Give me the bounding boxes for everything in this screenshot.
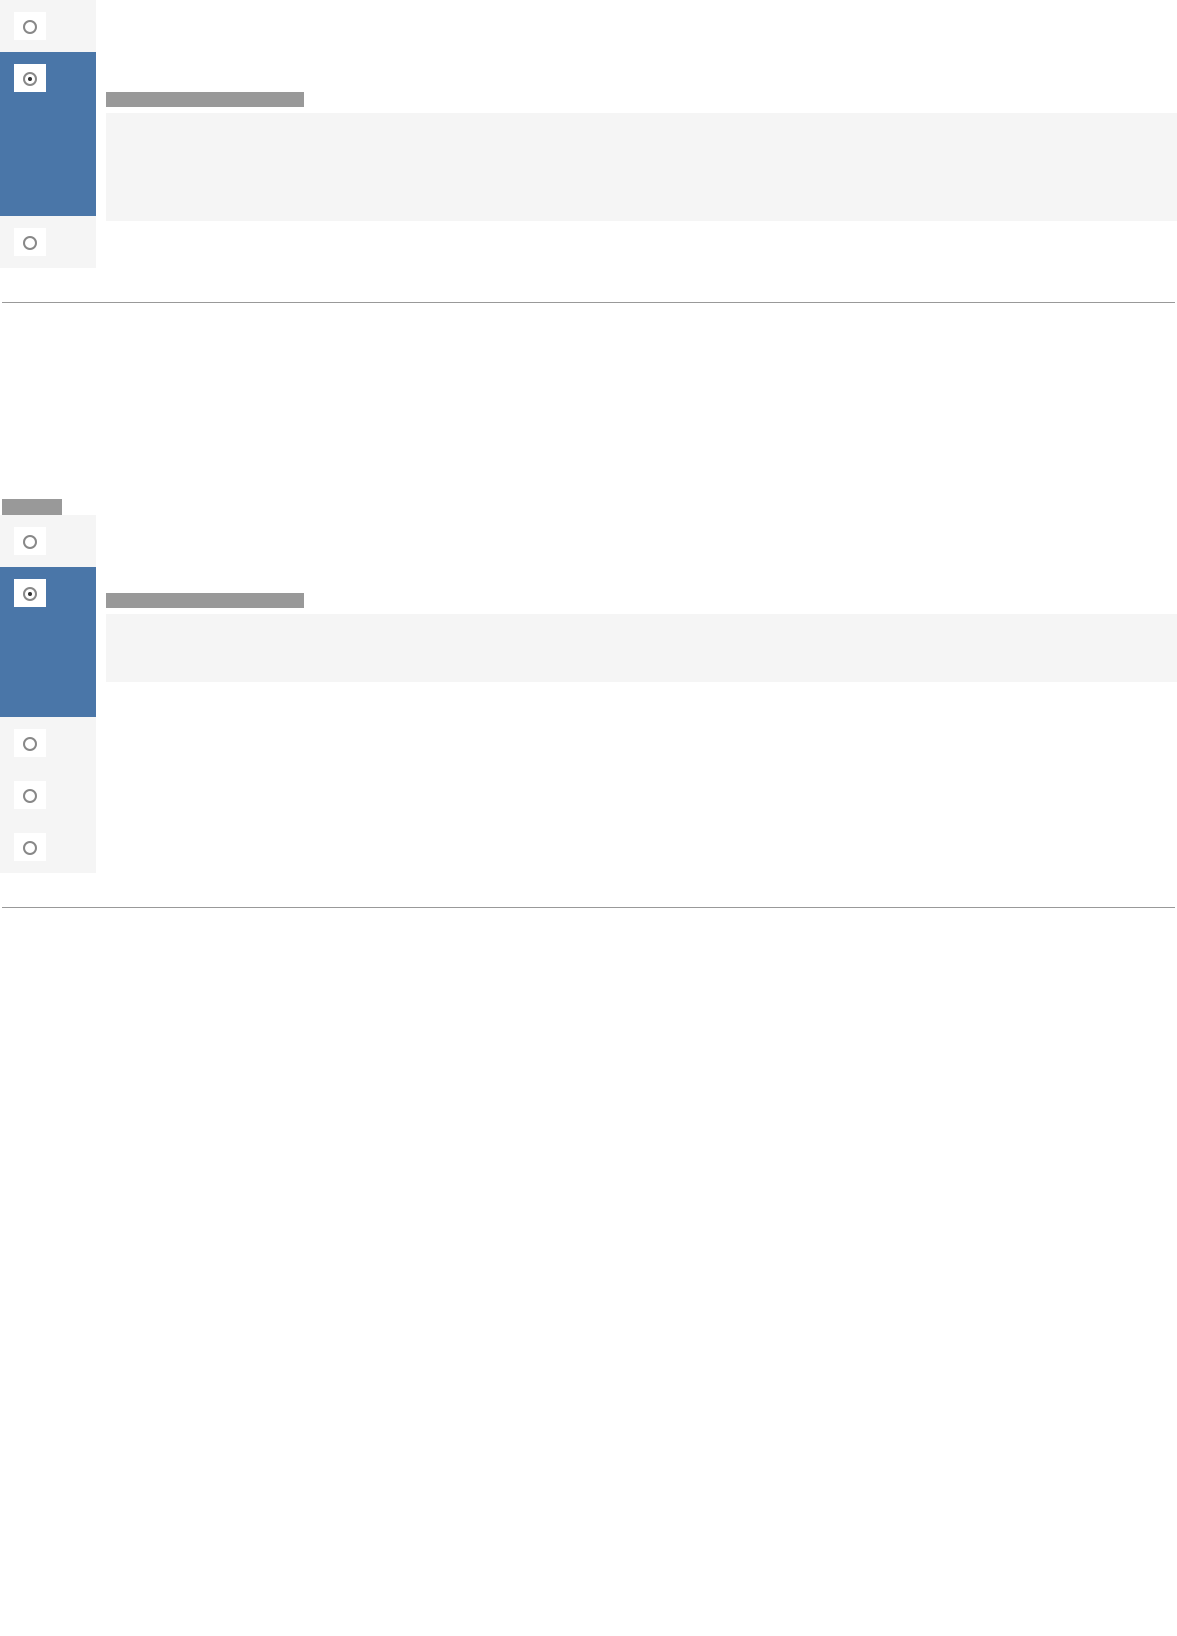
answer-column [96,515,1177,682]
radio-icon [14,781,46,809]
question-block [0,0,1177,303]
radio-option-selected[interactable] [0,52,96,216]
radio-icon [14,527,46,555]
radio-icon [14,64,46,92]
answer-heading [106,92,304,107]
selection-highlight [14,92,70,216]
radio-icon [14,833,46,861]
radio-icon [14,579,46,607]
answer-box [106,113,1177,221]
answer-heading [106,593,304,608]
radio-icon [14,12,46,40]
radio-option[interactable] [0,769,96,821]
radio-option[interactable] [0,821,96,873]
question-body [0,515,1177,873]
question-body [0,0,1177,268]
options-column [0,515,96,873]
section-divider [2,907,1175,908]
spacer [0,303,1177,497]
radio-option[interactable] [0,717,96,769]
radio-option[interactable] [0,515,96,567]
selection-highlight [14,607,70,717]
options-column [0,0,96,268]
radio-option[interactable] [0,0,96,52]
radio-option-selected[interactable] [0,567,96,717]
radio-icon [14,228,46,256]
answer-column [96,0,1177,221]
question-label [2,499,62,515]
question-block [0,499,1177,908]
radio-option[interactable] [0,216,96,268]
radio-icon [14,729,46,757]
answer-box [106,614,1177,682]
